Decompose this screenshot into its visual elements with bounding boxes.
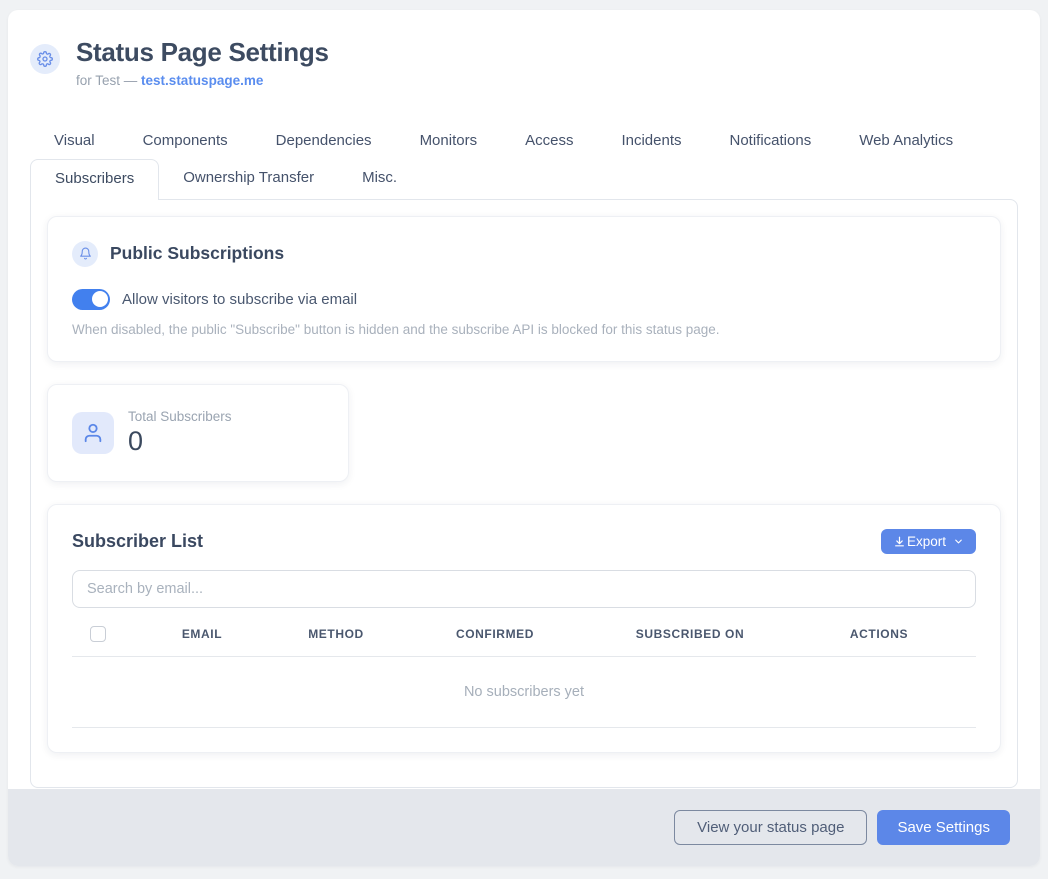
tab-dependencies[interactable]: Dependencies bbox=[252, 122, 396, 159]
tab-monitors[interactable]: Monitors bbox=[396, 122, 502, 159]
tab-ownership-transfer[interactable]: Ownership Transfer bbox=[159, 159, 338, 199]
page-subtitle: for Test — test.statuspage.me bbox=[76, 73, 329, 88]
subtitle-prefix: for Test — bbox=[76, 73, 137, 88]
toggle-knob bbox=[92, 291, 108, 307]
stat-text: Total Subscribers 0 bbox=[128, 409, 232, 457]
subscriber-list-title: Subscriber List bbox=[72, 531, 203, 552]
subscriber-list-header: Subscriber List Export bbox=[72, 529, 976, 554]
subscribe-toggle-row: Allow visitors to subscribe via email bbox=[72, 289, 976, 310]
user-icon bbox=[72, 412, 114, 454]
column-header-confirmed: CONFIRMED bbox=[392, 627, 598, 641]
settings-page-card: Status Page Settings for Test — test.sta… bbox=[8, 10, 1040, 866]
tab-web-analytics[interactable]: Web Analytics bbox=[835, 122, 977, 159]
column-header-email: EMAIL bbox=[124, 627, 280, 641]
gear-icon bbox=[30, 44, 60, 74]
status-page-link[interactable]: test.statuspage.me bbox=[141, 73, 263, 88]
subscribers-tab-panel: Public Subscriptions Allow visitors to s… bbox=[30, 199, 1018, 788]
public-subscriptions-card: Public Subscriptions Allow visitors to s… bbox=[47, 216, 1001, 362]
page-title: Status Page Settings bbox=[76, 38, 329, 68]
export-button-label: Export bbox=[907, 534, 946, 549]
view-status-page-button[interactable]: View your status page bbox=[674, 810, 867, 845]
tab-incidents[interactable]: Incidents bbox=[597, 122, 705, 159]
table-header-row: EMAIL METHOD CONFIRMED SUBSCRIBED ON ACT… bbox=[72, 626, 976, 657]
subscribers-table: EMAIL METHOD CONFIRMED SUBSCRIBED ON ACT… bbox=[72, 626, 976, 728]
stat-label: Total Subscribers bbox=[128, 409, 232, 424]
empty-state-text: No subscribers yet bbox=[72, 657, 976, 728]
tab-components[interactable]: Components bbox=[119, 122, 252, 159]
toggle-label: Allow visitors to subscribe via email bbox=[122, 291, 357, 308]
page-footer: View your status page Save Settings bbox=[8, 789, 1040, 866]
toggle-help-text: When disabled, the public "Subscribe" bu… bbox=[72, 322, 976, 337]
tab-visual[interactable]: Visual bbox=[30, 122, 119, 159]
public-subscriptions-title: Public Subscriptions bbox=[110, 243, 284, 264]
total-subscribers-card: Total Subscribers 0 bbox=[47, 384, 349, 482]
tab-misc[interactable]: Misc. bbox=[338, 159, 421, 199]
bell-icon bbox=[72, 241, 98, 267]
column-header-actions: ACTIONS bbox=[782, 627, 976, 641]
tabs-row-secondary: Subscribers Ownership Transfer Misc. bbox=[8, 159, 1040, 199]
select-all-checkbox[interactable] bbox=[90, 626, 106, 642]
column-header-subscribed-on: SUBSCRIBED ON bbox=[598, 627, 782, 641]
chevron-down-icon bbox=[953, 536, 964, 547]
stat-value: 0 bbox=[128, 426, 232, 457]
tabs-row-primary: Visual Components Dependencies Monitors … bbox=[8, 122, 1040, 159]
tab-subscribers[interactable]: Subscribers bbox=[30, 159, 159, 200]
allow-subscribe-toggle[interactable] bbox=[72, 289, 110, 310]
export-button[interactable]: Export bbox=[881, 529, 976, 554]
save-settings-button[interactable]: Save Settings bbox=[877, 810, 1010, 845]
public-subscriptions-header: Public Subscriptions bbox=[72, 241, 976, 267]
search-input[interactable] bbox=[72, 570, 976, 608]
column-header-method: METHOD bbox=[280, 627, 392, 641]
tab-access[interactable]: Access bbox=[501, 122, 597, 159]
header-text: Status Page Settings for Test — test.sta… bbox=[76, 38, 329, 88]
download-icon bbox=[893, 535, 906, 548]
page-header: Status Page Settings for Test — test.sta… bbox=[8, 10, 1040, 88]
subscriber-list-card: Subscriber List Export bbox=[47, 504, 1001, 753]
tab-notifications[interactable]: Notifications bbox=[706, 122, 836, 159]
